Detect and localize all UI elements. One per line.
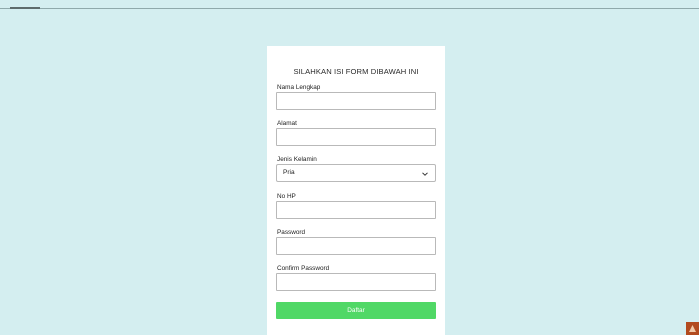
field-label-alamat: Alamat: [277, 120, 297, 127]
chevron-down-icon: [422, 172, 428, 176]
top-divider: [0, 8, 699, 9]
field-label-confirm-password: Confirm Password: [277, 265, 330, 272]
field-label-nama-lengkap: Nama Lengkap: [277, 84, 321, 91]
daftar-button[interactable]: Daftar: [276, 302, 436, 319]
registration-form-card: SILAHKAN ISI FORM DIBAWAH INI Nama Lengk…: [267, 46, 445, 335]
password-input[interactable]: [276, 237, 436, 255]
jenis-kelamin-select[interactable]: Pria: [276, 164, 436, 182]
app-glyph-icon: [689, 325, 696, 332]
form-title: SILAHKAN ISI FORM DIBAWAH INI: [293, 67, 419, 76]
jenis-kelamin-selected-value: Pria: [283, 169, 295, 176]
confirm-password-input[interactable]: [276, 273, 436, 291]
alamat-input[interactable]: [276, 128, 436, 146]
no-hp-input[interactable]: [276, 201, 436, 219]
nama-lengkap-input[interactable]: [276, 92, 436, 110]
field-label-no-hp: No HP: [277, 193, 296, 200]
field-label-password: Password: [277, 229, 306, 236]
app-icon[interactable]: [686, 322, 699, 335]
top-divider-accent: [10, 7, 40, 9]
field-label-jenis-kelamin: Jenis Kelamin: [277, 156, 317, 163]
